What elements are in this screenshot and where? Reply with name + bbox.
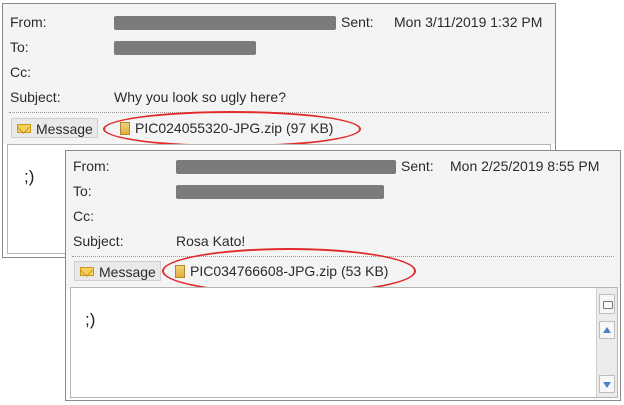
subject-label: Subject: — [73, 233, 124, 249]
envelope-icon — [17, 124, 31, 133]
from-label: From: — [10, 14, 47, 30]
message-tab-label: Message — [99, 264, 156, 280]
from-redacted — [176, 160, 396, 174]
scroll-down-button[interactable] — [599, 375, 615, 393]
header-separator — [9, 112, 549, 113]
attachment-bar: Message PIC024055320-JPG.zip (97 KB) — [3, 116, 555, 140]
scroll-up-button[interactable] — [599, 321, 615, 339]
to-redacted — [114, 41, 256, 55]
arrow-up-icon — [603, 327, 611, 333]
attachment-bar: Message PIC034766608-JPG.zip (53 KB) — [66, 259, 620, 283]
scroll-options-button[interactable] — [599, 294, 615, 314]
attachment-name: PIC024055320-JPG.zip (97 KB) — [135, 120, 334, 136]
attachment-name: PIC034766608-JPG.zip (53 KB) — [190, 263, 389, 279]
to-redacted — [176, 185, 384, 199]
subject-row: Subject: Rosa Kato! — [73, 231, 620, 251]
body-text: ;) — [85, 310, 96, 329]
header-separator — [72, 256, 614, 257]
sent-value: Mon 3/11/2019 1:32 PM — [394, 14, 543, 30]
vertical-scrollbar[interactable] — [596, 288, 617, 397]
subject-row: Subject: Why you look so ugly here? — [10, 87, 555, 107]
from-row: From: Sent: Mon 3/11/2019 1:32 PM — [10, 12, 555, 32]
to-row: To: — [10, 37, 555, 57]
message-tab[interactable]: Message — [74, 261, 161, 281]
message-tab[interactable]: Message — [11, 118, 98, 138]
subject-value: Rosa Kato! — [176, 233, 246, 249]
attachment-item[interactable]: PIC024055320-JPG.zip (97 KB) — [120, 118, 333, 138]
email-window-front: From: Sent: Mon 2/25/2019 8:55 PM To: Cc… — [65, 150, 621, 401]
cc-row: Cc: — [73, 206, 620, 226]
cc-row: Cc: — [10, 62, 555, 82]
subject-label: Subject: — [10, 89, 61, 105]
from-label: From: — [73, 158, 110, 174]
subject-value: Why you look so ugly here? — [114, 89, 286, 105]
sent-label: Sent: — [401, 158, 434, 174]
attachment-item[interactable]: PIC034766608-JPG.zip (53 KB) — [175, 261, 388, 281]
message-tab-label: Message — [36, 121, 93, 137]
cc-label: Cc: — [73, 208, 94, 224]
from-redacted — [114, 16, 336, 30]
to-label: To: — [73, 183, 92, 199]
body-text: ;) — [24, 167, 35, 186]
zip-file-icon — [175, 265, 185, 278]
to-row: To: — [73, 181, 620, 201]
from-row: From: Sent: Mon 2/25/2019 8:55 PM — [73, 156, 620, 176]
cc-label: Cc: — [10, 64, 31, 80]
arrow-down-icon — [603, 382, 611, 388]
zip-file-icon — [120, 122, 130, 135]
envelope-icon — [80, 267, 94, 276]
options-icon — [603, 301, 613, 309]
sent-label: Sent: — [341, 14, 374, 30]
message-body[interactable]: ;) — [70, 287, 618, 398]
sent-value: Mon 2/25/2019 8:55 PM — [450, 158, 600, 174]
to-label: To: — [10, 39, 29, 55]
